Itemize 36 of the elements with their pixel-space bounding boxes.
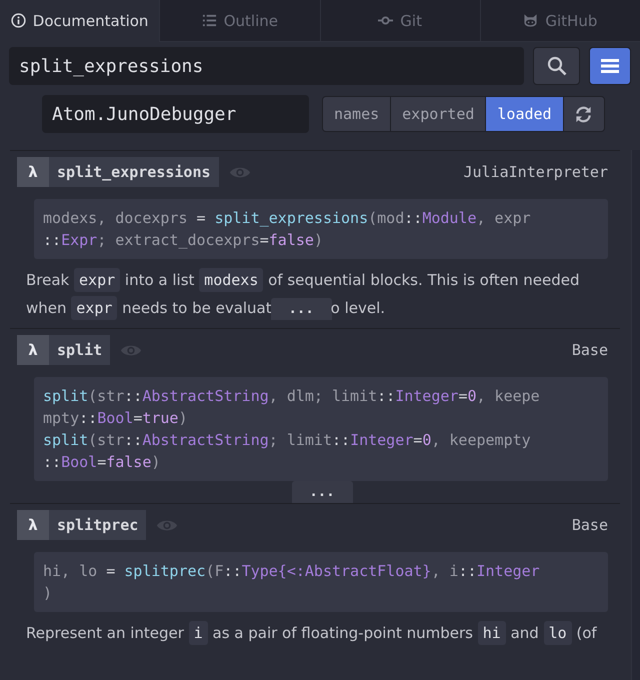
inline-code: expr (74, 268, 120, 292)
function-badge: λ (17, 510, 49, 540)
search-field[interactable]: split_expressions (9, 47, 524, 85)
module-field[interactable]: Atom.JunoDebugger (42, 95, 309, 133)
description-text: Break (26, 271, 70, 289)
module-name: Base (572, 341, 609, 359)
function-name[interactable]: split_expressions (49, 157, 219, 187)
description-text: Represent an integer (26, 624, 185, 642)
description-text: o level. (330, 299, 386, 317)
description-text: when (26, 299, 68, 317)
code-block: modexs, docexprs = split_expressions(mod::Module, expr ::Expr; extract_docexprs=false) (34, 199, 608, 259)
description-text: needs to be evaluat (121, 299, 272, 317)
function-badge: λ (17, 157, 49, 187)
inline-code: lo (544, 621, 572, 645)
expand-button[interactable]: ... (292, 481, 352, 503)
description-text: of sequential blocks. This is often needed (267, 271, 580, 289)
function-name[interactable]: split (49, 335, 110, 365)
description-text: and (510, 624, 540, 642)
code-block: hi, lo = splitprec(F::Type{<:AbstractFloat}, i::Integer ) (34, 552, 608, 612)
description-text: as a pair of floating-point numbers (212, 624, 474, 642)
description-text: into a list (124, 271, 196, 289)
filter-toggle[interactable]: loaded (486, 97, 564, 131)
inline-code: i (188, 621, 208, 645)
expand-button[interactable]: ... (270, 298, 332, 320)
function-badge: λ (17, 335, 49, 365)
code-block: split(str::AbstractString, dlm; limit::Integer=0, keepe mpty::Bool=true) split(str::AbstractString; limit::Integer=0, keepempty ::Bool=false) (34, 377, 608, 481)
panel-tab[interactable]: Documentation (0, 0, 160, 42)
inline-code: modexs (199, 268, 264, 292)
module-name: JuliaInterpreter (464, 163, 609, 181)
inline-code: hi (478, 621, 506, 645)
filter-toggle[interactable]: exported (391, 97, 486, 131)
filter-toggle[interactable]: names (323, 97, 392, 131)
function-name[interactable]: splitprec (49, 510, 146, 540)
description-text: (of (575, 624, 597, 642)
module-name: Base (572, 516, 609, 534)
inline-code: expr (71, 296, 118, 320)
